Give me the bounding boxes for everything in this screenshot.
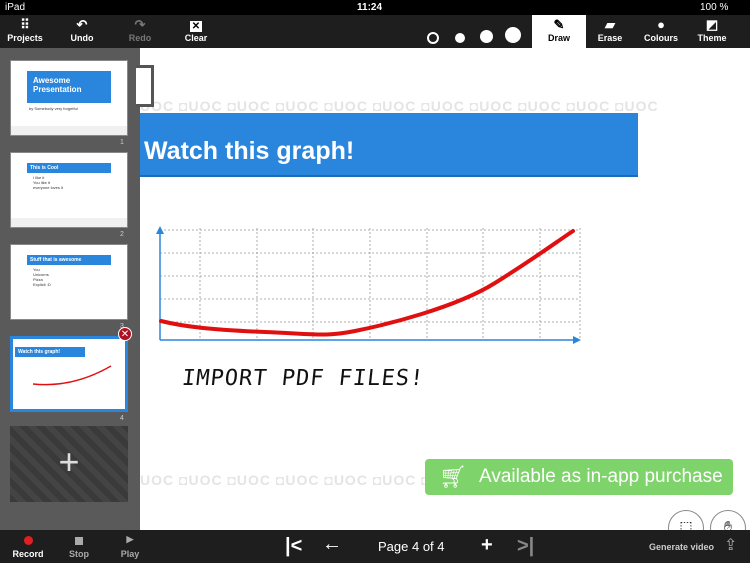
bottom-bar: Record Stop ▶ Play |< ← Page 4 of 4 + >| …: [0, 530, 750, 563]
slide-thumb-3[interactable]: Stuff that is awesome You Unicorns Pizza Ex…: [10, 244, 128, 320]
slide-canvas[interactable]: UOC ◘UOC ◘UOC ◘UOC ◘UOC ◘UOC ◘UOC ◘UOC ◘…: [136, 48, 750, 546]
stop-label: Stop: [69, 549, 89, 559]
slide-title: This is Cool: [27, 163, 111, 173]
toolbar: ⠿ Projects ↶ Undo ↷ Redo ✕ Clear ✎ Draw ▰ Eras…: [0, 15, 750, 48]
draw-label: Draw: [547, 33, 570, 43]
slide-thumb-2[interactable]: This is Cool I like it You like it everyon…: [10, 152, 128, 228]
erase-label: Erase: [597, 33, 623, 43]
slide-text: by Somebody very forgetful: [29, 106, 78, 111]
pen-size-4[interactable]: [505, 27, 521, 43]
handwritten-text: IMPORT PDF FILES!: [180, 366, 426, 391]
share-icon[interactable]: ⇪: [724, 535, 737, 555]
add-page-icon[interactable]: +: [481, 534, 493, 557]
slide-sidebar: Awesome Presentation by Somebody very fo…: [0, 48, 140, 530]
theme-label: Theme: [697, 33, 727, 43]
battery: 100 %: [700, 2, 729, 13]
undo-icon: ↶: [76, 17, 88, 32]
play-label: Play: [120, 549, 140, 559]
redo-icon: ↷: [134, 17, 146, 32]
slide-handle-icon[interactable]: [136, 65, 154, 107]
delete-slide-icon[interactable]: ✕: [118, 327, 132, 341]
slide-thumb-1[interactable]: Awesome Presentation by Somebody very fo…: [10, 60, 128, 136]
slide-title: Watch this graph!: [140, 113, 638, 177]
graph-drawing: [156, 226, 581, 344]
redo-label: Redo: [128, 33, 152, 43]
device-label: iPad: [5, 2, 26, 13]
slide-text: Explicit :D: [33, 282, 51, 287]
stop-icon: [75, 537, 83, 545]
clear-label: Clear: [184, 33, 208, 43]
last-page-icon[interactable]: >|: [517, 535, 534, 558]
slide-text: everyone loves it: [33, 185, 64, 190]
theme-button[interactable]: ◩ Theme: [682, 17, 742, 43]
projects-button[interactable]: ⠿ Projects: [0, 17, 55, 43]
watermark: UOC ◘UOC ◘UOC ◘UOC ◘UOC ◘UOC ◘UOC ◘UOC ◘…: [140, 98, 659, 114]
pen-size-3[interactable]: [480, 30, 493, 43]
theme-icon: ◩: [705, 17, 719, 32]
previous-page-icon[interactable]: ←: [322, 533, 342, 556]
clock: 11:24: [357, 2, 383, 13]
page-indicator: Page 4 of 4: [378, 539, 445, 554]
slide-thumb-4-selected[interactable]: Watch this graph!: [10, 336, 128, 412]
first-page-icon[interactable]: |<: [285, 535, 302, 558]
play-button[interactable]: ▶ Play: [110, 534, 150, 559]
slide-title: Awesome Presentation: [27, 71, 111, 103]
slide-title: Watch this graph!: [15, 347, 85, 357]
colours-label: Colours: [643, 33, 678, 43]
projects-label: Projects: [7, 33, 43, 43]
in-app-purchase-button[interactable]: 🛒︎ Available as in-app purchase: [425, 459, 733, 495]
cart-icon: 🛒︎: [439, 464, 467, 489]
record-icon: [23, 536, 33, 545]
status-bar: iPad 11:24 100 %: [0, 0, 750, 15]
add-slide-button[interactable]: +: [10, 426, 128, 502]
grid-icon: ⠿: [20, 17, 30, 32]
stop-button[interactable]: Stop: [59, 534, 99, 559]
undo-label: Undo: [70, 33, 94, 43]
clear-icon: ✕: [189, 21, 203, 32]
generate-video-button[interactable]: Generate video: [649, 542, 714, 552]
clear-button[interactable]: ✕ Clear: [166, 17, 226, 43]
play-icon: ▶: [126, 534, 134, 544]
pen-size-1[interactable]: [427, 32, 439, 44]
purchase-label: Available as in-app purchase: [479, 466, 723, 487]
undo-button[interactable]: ↶ Undo: [52, 17, 112, 43]
pen-size-2[interactable]: [455, 33, 465, 43]
record-button[interactable]: Record: [8, 534, 48, 559]
thumb-graph: [33, 365, 112, 386]
pencil-icon: ✎: [553, 17, 565, 32]
record-label: Record: [12, 549, 44, 559]
slide-number: 2: [120, 231, 124, 238]
slide-title: Stuff that is awesome: [27, 255, 111, 265]
redo-button[interactable]: ↷ Redo: [110, 17, 170, 43]
draw-button[interactable]: ✎ Draw: [532, 15, 586, 48]
slide-number: 4: [120, 415, 124, 422]
slide-number: 1: [120, 139, 124, 146]
